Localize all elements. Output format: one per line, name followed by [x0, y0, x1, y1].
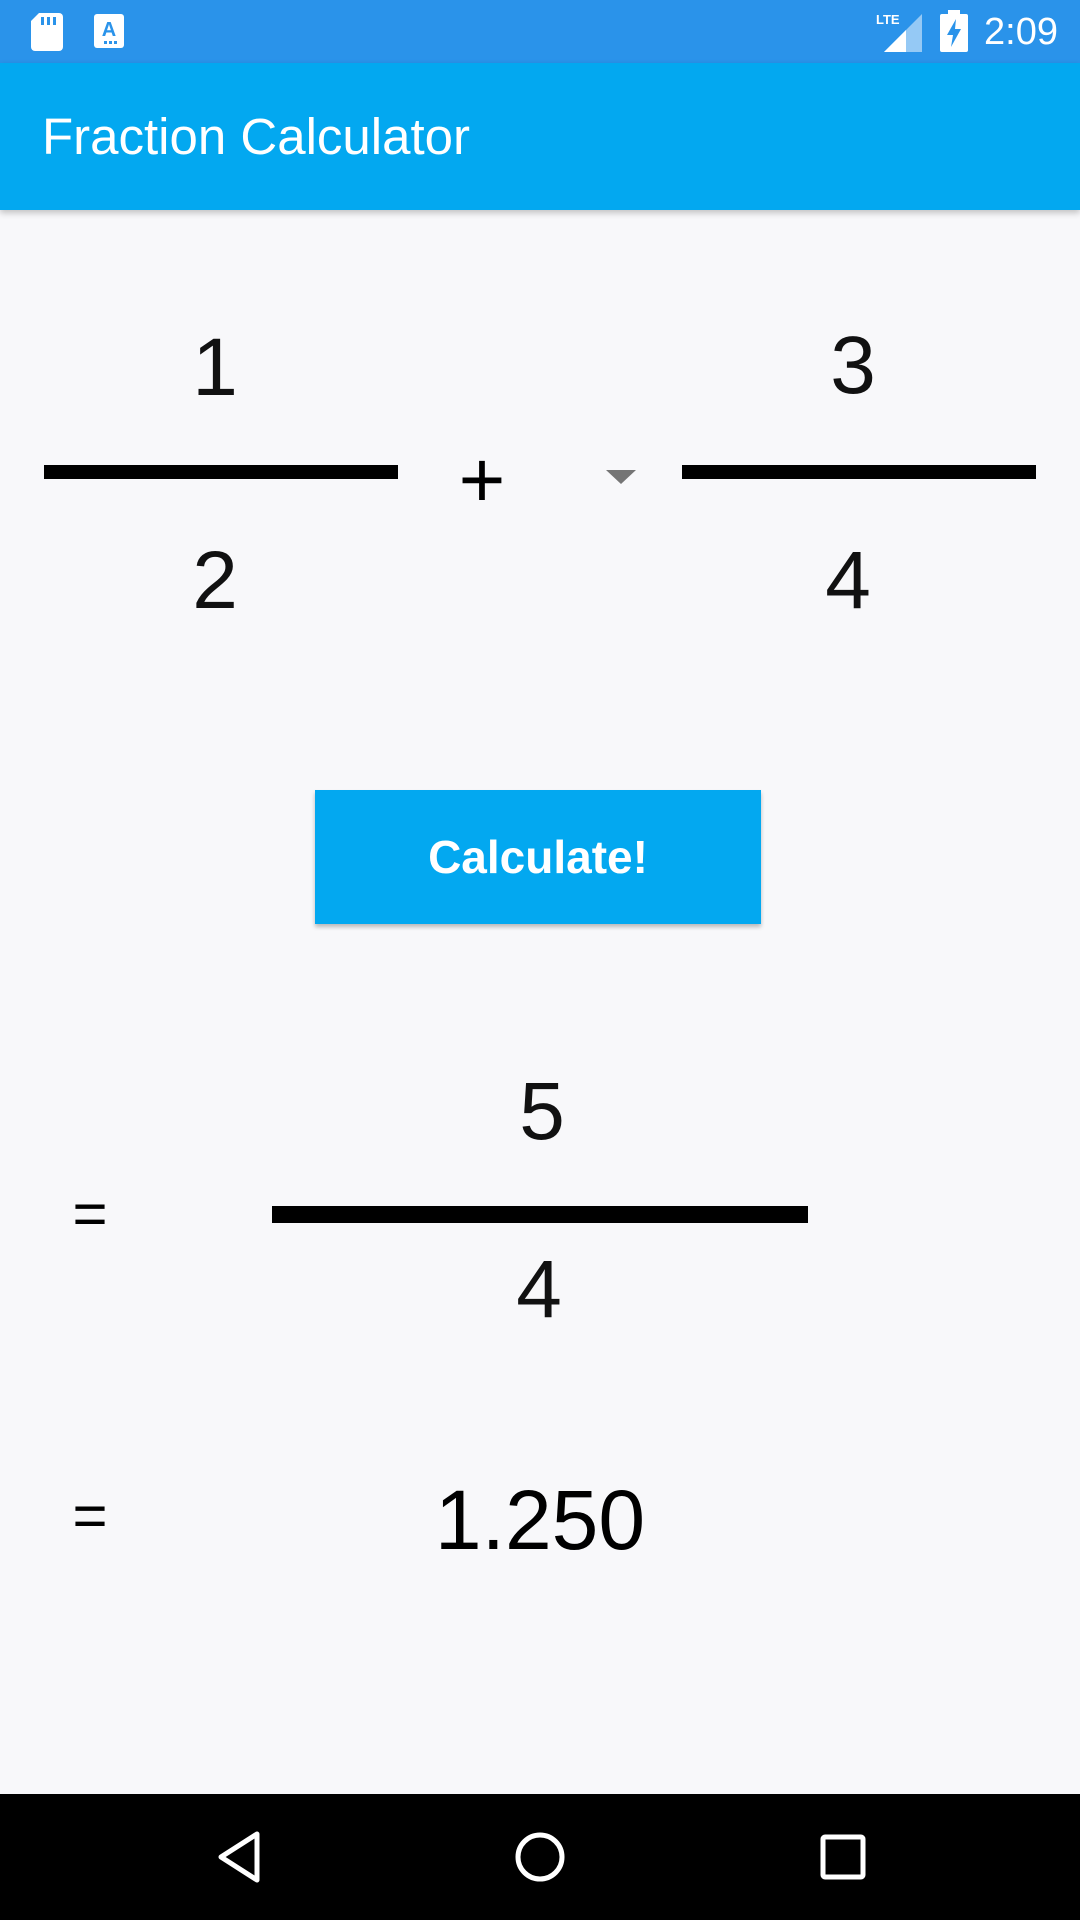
result-denominator: 4 [516, 1244, 562, 1335]
lte-signal-icon: LTE [876, 12, 922, 52]
fraction2-numerator-input[interactable]: 3 [793, 318, 913, 414]
fraction1-numerator-input[interactable]: 1 [155, 320, 275, 416]
fraction1-bar [44, 465, 398, 479]
result-decimal: 1.250 [434, 1473, 646, 1567]
status-time: 2:09 [984, 11, 1058, 53]
svg-text:LTE: LTE [876, 12, 900, 27]
navigation-bar [0, 1794, 1080, 1920]
operator-select[interactable]: + [452, 440, 512, 520]
app-bar: Fraction Calculator [0, 63, 1080, 210]
decimal-equals-sign: = [72, 1482, 108, 1549]
home-icon[interactable] [507, 1824, 573, 1890]
dropdown-arrow-icon[interactable] [606, 470, 636, 484]
result-equals-sign: = [72, 1180, 108, 1247]
fraction1-denominator-input[interactable]: 2 [155, 533, 275, 629]
battery-charging-icon [940, 10, 968, 52]
app-title: Fraction Calculator [42, 108, 470, 165]
svg-text:A: A [102, 19, 116, 41]
recents-icon[interactable] [810, 1824, 876, 1890]
calculate-button[interactable]: Calculate! [315, 790, 761, 924]
fraction2-denominator-input[interactable]: 4 [788, 533, 908, 629]
result-numerator: 5 [519, 1066, 565, 1157]
sd-card-icon [31, 13, 63, 51]
back-icon[interactable] [205, 1824, 271, 1890]
fraction2-bar [682, 465, 1036, 479]
result-fraction-bar [272, 1206, 808, 1223]
a-notification-icon: A [94, 14, 124, 48]
status-bar: A LTE 2:09 [0, 0, 1080, 63]
